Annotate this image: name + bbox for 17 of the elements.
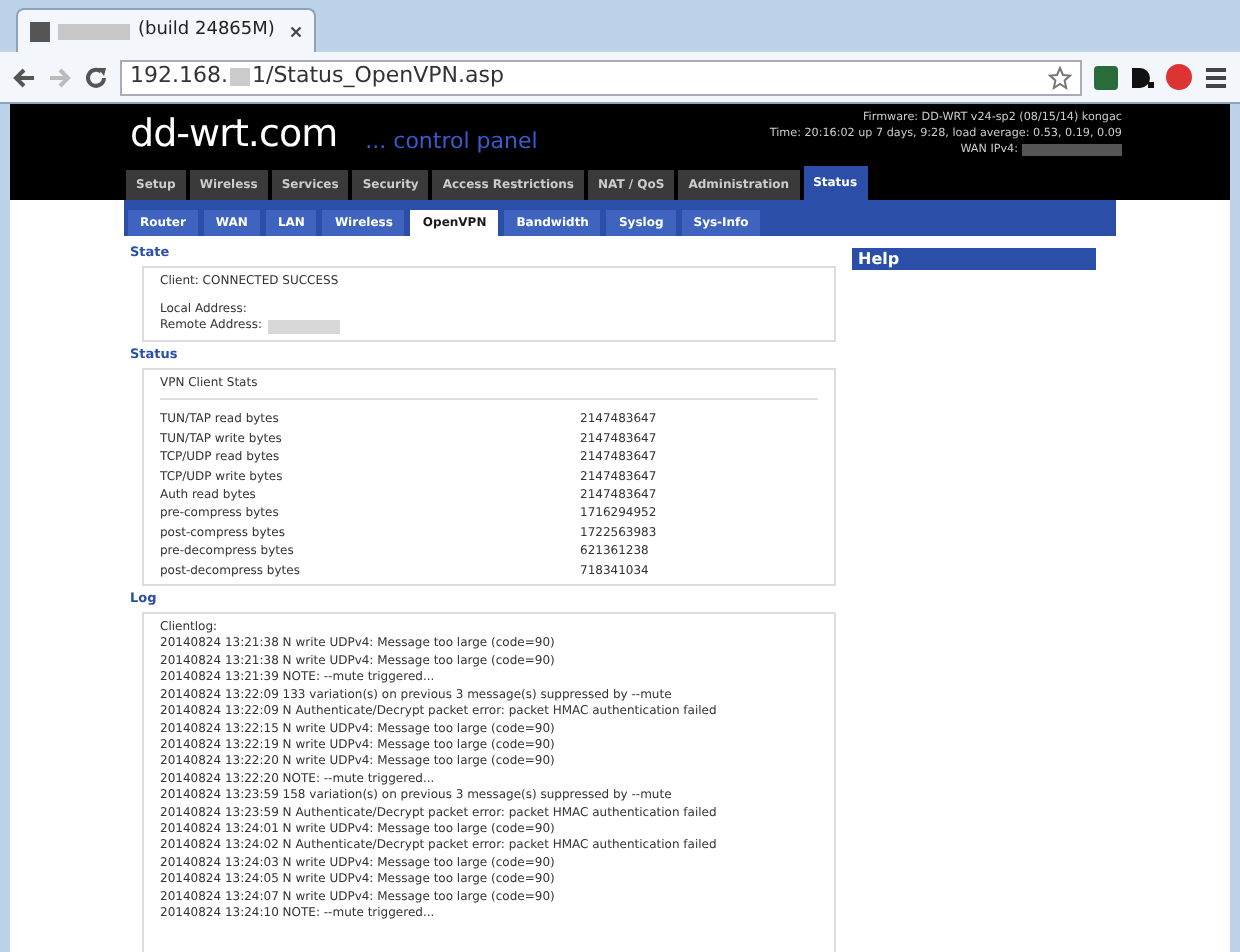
redacted-block (267, 319, 340, 333)
adblock-icon[interactable] (1166, 64, 1192, 90)
close-icon[interactable] (290, 25, 302, 37)
address-field[interactable]: 192.168. 1/Status_OpenVPN.asp (120, 59, 1082, 95)
reload-icon[interactable] (84, 65, 108, 89)
tab-title: (build 24865M) (138, 17, 275, 44)
menu-icon[interactable] (1204, 65, 1228, 89)
help-heading: Help (852, 248, 1096, 270)
browser-tab[interactable]: (build 24865M) (16, 8, 316, 52)
star-icon[interactable] (1048, 65, 1072, 89)
redacted-block (229, 68, 250, 86)
extension-icon[interactable] (1130, 65, 1154, 89)
page-subtitle: ... control panel (365, 130, 538, 152)
redacted-block (1022, 144, 1122, 156)
back-icon[interactable] (12, 65, 36, 89)
redacted-block (58, 23, 130, 39)
logo: dd-wrt.com (130, 116, 338, 154)
